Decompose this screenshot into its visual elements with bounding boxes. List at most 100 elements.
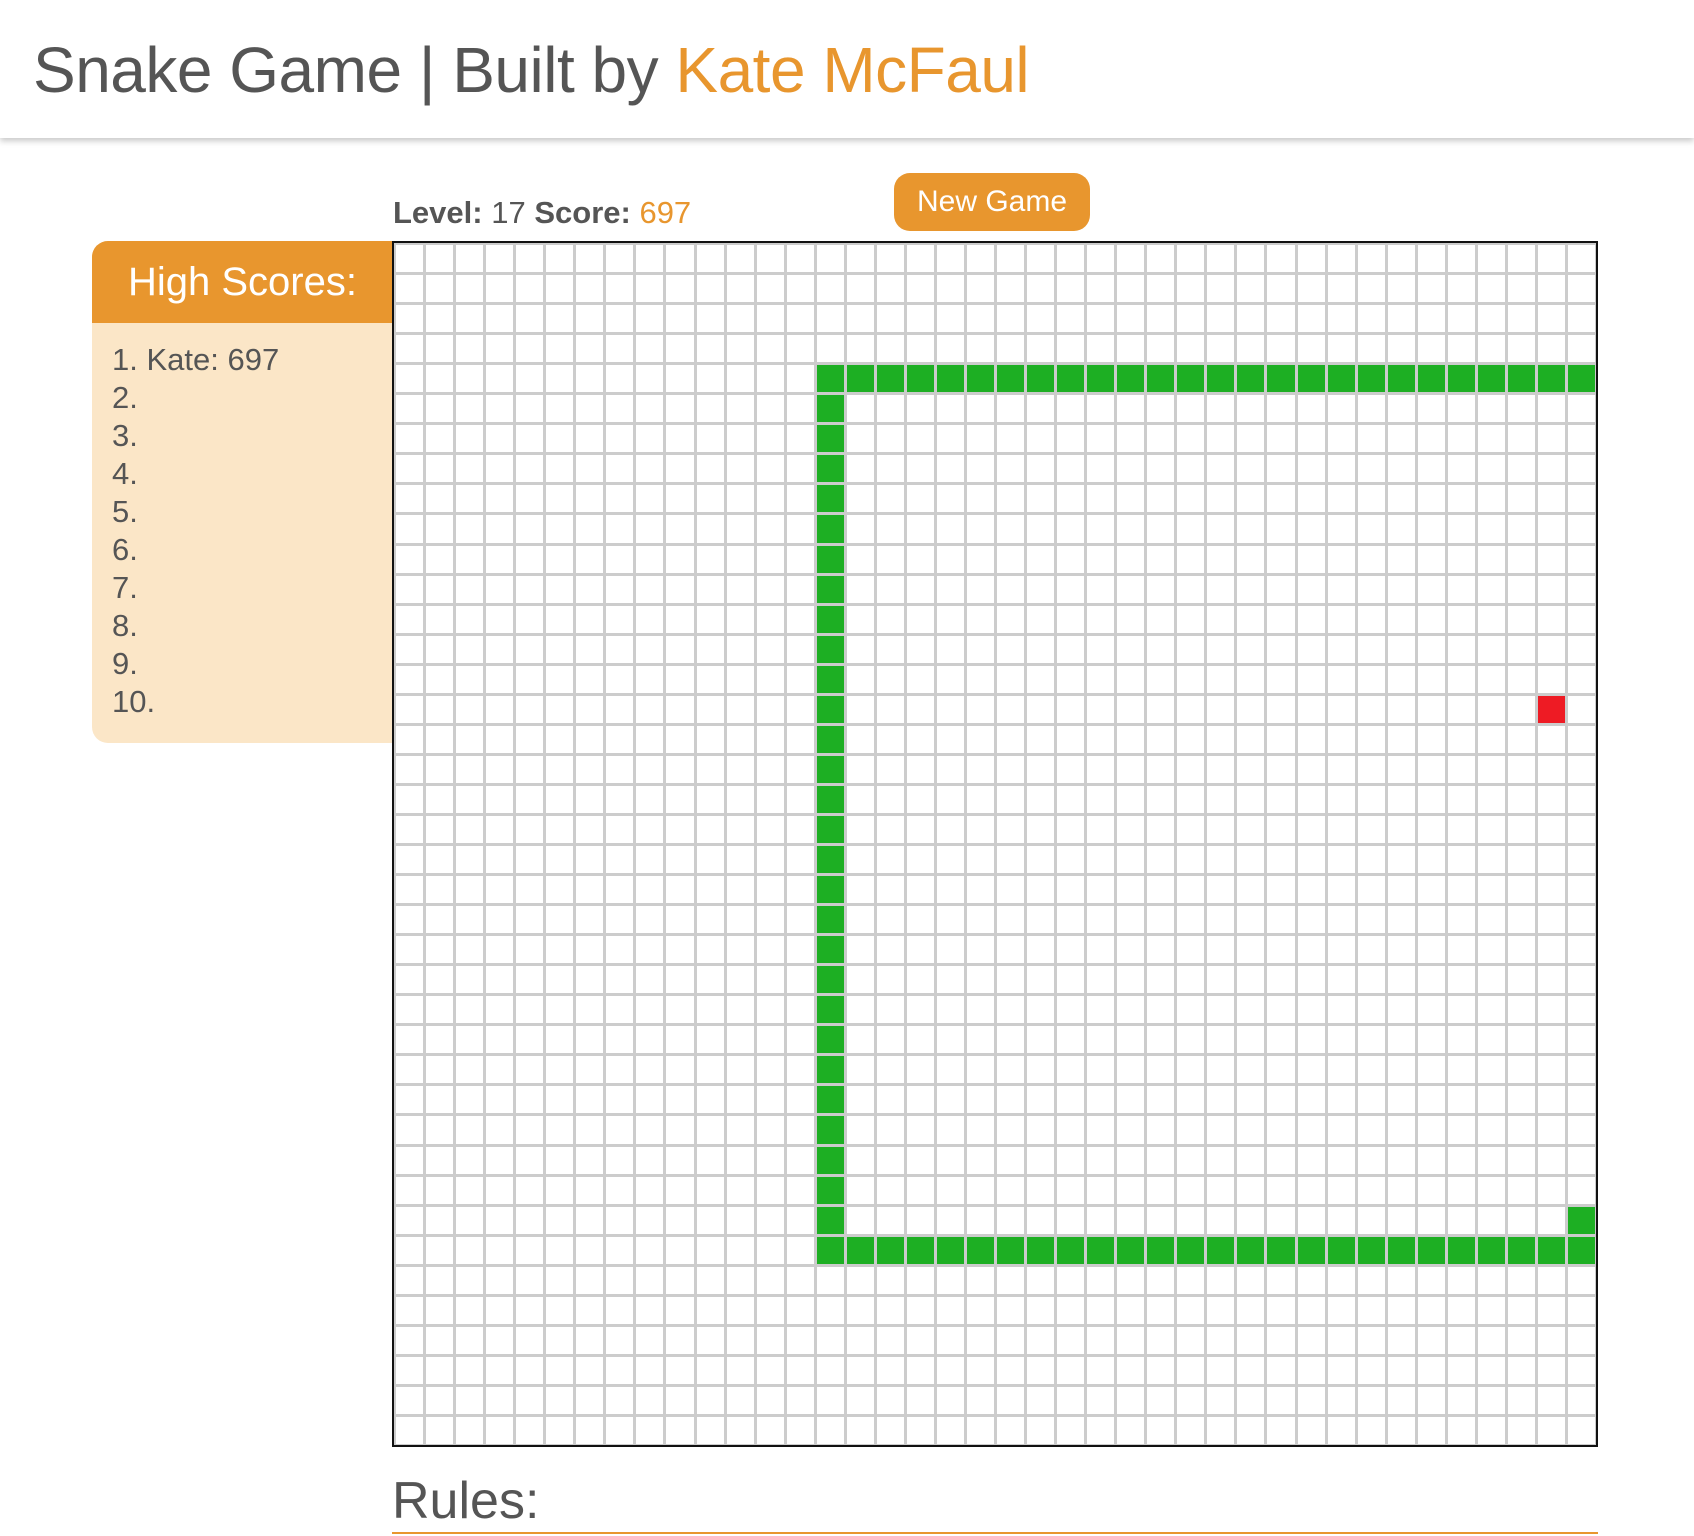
high-score-entry: 1. Kate: 697 xyxy=(112,342,280,377)
snake-segment xyxy=(817,966,844,993)
page-title: Snake Game | Built by Kate McFaul xyxy=(33,30,1030,110)
snake-segment xyxy=(1237,1237,1264,1264)
snake-segment xyxy=(1087,1237,1114,1264)
level-label: Level: xyxy=(393,195,483,230)
snake-segment xyxy=(1057,1237,1084,1264)
grid-lines xyxy=(394,243,1596,1445)
snake-segment xyxy=(1177,1237,1204,1264)
snake-segment xyxy=(1508,1237,1535,1264)
snake-segment xyxy=(1568,365,1595,392)
snake-segment xyxy=(817,756,844,783)
snake-segment xyxy=(817,936,844,963)
snake-segment xyxy=(1538,365,1565,392)
snake-segment xyxy=(1117,365,1144,392)
snake-segment xyxy=(817,576,844,603)
snake-segment xyxy=(1448,365,1475,392)
snake-segment xyxy=(817,485,844,512)
snake-segment xyxy=(1478,1237,1505,1264)
snake-segment xyxy=(937,1237,964,1264)
game-status: Level: 17 Score: 697 xyxy=(393,193,691,233)
snake-segment xyxy=(1237,365,1264,392)
snake-segment xyxy=(817,906,844,933)
snake-segment xyxy=(1478,365,1505,392)
snake-segment xyxy=(997,365,1024,392)
snake-segment xyxy=(817,1056,844,1083)
snake-segment xyxy=(817,726,844,753)
snake-segment xyxy=(817,1207,844,1234)
author-name: Kate McFaul xyxy=(675,34,1030,106)
score-label: Score: xyxy=(534,195,631,230)
snake-segment xyxy=(817,546,844,573)
high-score-entry: 10. xyxy=(112,684,156,719)
title-prefix: Snake Game | Built by xyxy=(33,34,676,106)
snake-segment xyxy=(907,1237,934,1264)
snake-segment xyxy=(1568,1207,1595,1234)
snake-segment xyxy=(817,425,844,452)
snake-segment xyxy=(937,365,964,392)
snake-segment xyxy=(817,1177,844,1204)
snake-segment xyxy=(1177,365,1204,392)
snake-segment xyxy=(1358,365,1385,392)
snake-segment xyxy=(1087,365,1114,392)
snake-segment xyxy=(1027,1237,1054,1264)
snake-segment xyxy=(817,395,844,422)
high-score-entry: 6. xyxy=(112,532,138,567)
snake-segment xyxy=(1117,1237,1144,1264)
snake-segment xyxy=(817,846,844,873)
snake-segment xyxy=(817,1086,844,1113)
snake-segment xyxy=(1027,365,1054,392)
snake-segment xyxy=(1267,365,1295,392)
snake-segment xyxy=(817,996,844,1023)
snake-segment xyxy=(847,365,874,392)
high-score-entry: 8. xyxy=(112,608,138,643)
high-scores-list: 1. Kate: 697 2. 3. 4. 5. 6. 7. 8. 9. 10. xyxy=(92,323,393,721)
high-score-entry: 4. xyxy=(112,456,138,491)
snake-segment xyxy=(1418,365,1445,392)
snake-segment xyxy=(1358,1237,1385,1264)
snake-segment xyxy=(967,1237,994,1264)
snake-segment xyxy=(1057,365,1084,392)
high-scores-title: High Scores: xyxy=(92,241,393,323)
game-grid xyxy=(394,243,1596,1445)
snake-segment xyxy=(817,696,844,723)
snake-segment xyxy=(1207,1237,1234,1264)
high-score-entry: 7. xyxy=(112,570,138,605)
snake-segment xyxy=(817,1116,844,1144)
snake-segment xyxy=(877,365,904,392)
high-score-entry: 3. xyxy=(112,418,138,453)
snake-segment xyxy=(817,1026,844,1053)
snake-segment xyxy=(1298,1237,1325,1264)
snake-segment xyxy=(1207,365,1234,392)
snake-segment xyxy=(1418,1237,1445,1264)
high-scores-panel: High Scores: 1. Kate: 697 2. 3. 4. 5. 6.… xyxy=(92,241,393,743)
snake-segment xyxy=(1328,1237,1355,1264)
snake-segment xyxy=(817,606,844,633)
snake-segment xyxy=(817,666,844,693)
high-score-entry: 9. xyxy=(112,646,138,681)
snake-segment xyxy=(817,1237,844,1264)
snake-segment xyxy=(1448,1237,1475,1264)
snake-segment xyxy=(847,1237,874,1264)
snake-segment xyxy=(997,1237,1024,1264)
snake-segment xyxy=(1147,1237,1174,1264)
snake-segment xyxy=(1388,365,1415,392)
snake-segment xyxy=(817,365,844,392)
snake-segment xyxy=(817,786,844,813)
snake-segment xyxy=(817,876,844,903)
snake-segment xyxy=(967,365,994,392)
new-game-button[interactable]: New Game xyxy=(894,173,1090,231)
page-header: Snake Game | Built by Kate McFaul xyxy=(0,0,1694,138)
snake-segment xyxy=(907,365,934,392)
snake-segment xyxy=(1538,1237,1565,1264)
rules-heading: Rules: xyxy=(392,1470,1598,1534)
snake-segment xyxy=(817,816,844,843)
snake-segment xyxy=(1388,1237,1415,1264)
game-board[interactable] xyxy=(392,241,1598,1447)
snake-segment xyxy=(1298,365,1325,392)
high-score-entry: 5. xyxy=(112,494,138,529)
score-value: 697 xyxy=(639,195,692,230)
snake-segment xyxy=(1267,1237,1295,1264)
snake-segment xyxy=(1568,1237,1595,1264)
snake-segment xyxy=(817,515,844,543)
snake-segment xyxy=(817,1147,844,1174)
